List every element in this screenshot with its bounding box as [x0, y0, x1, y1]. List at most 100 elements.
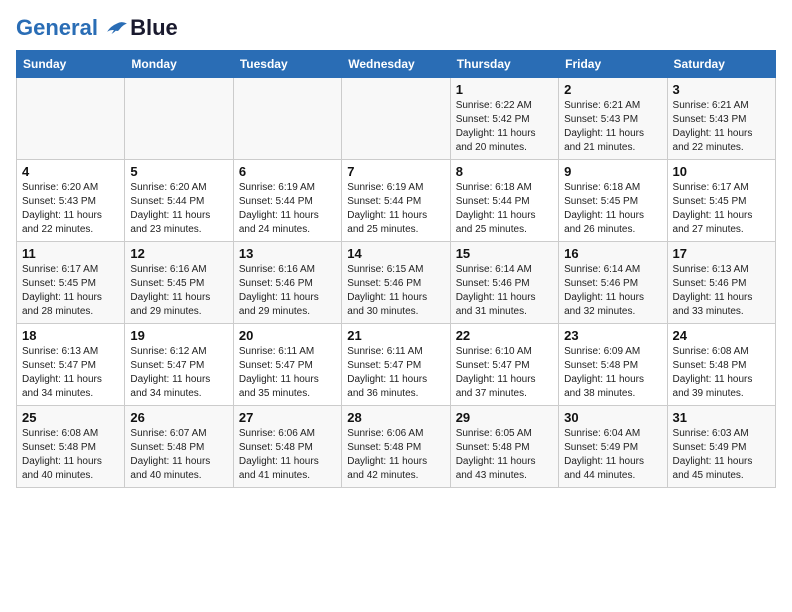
- day-info: Sunrise: 6:18 AM Sunset: 5:44 PM Dayligh…: [456, 181, 553, 237]
- day-number: 24: [673, 328, 770, 343]
- day-info: Sunrise: 6:13 AM Sunset: 5:47 PM Dayligh…: [22, 345, 119, 401]
- page-header: General Blue: [16, 16, 776, 40]
- day-number: 6: [239, 164, 336, 179]
- header-friday: Friday: [559, 51, 667, 78]
- day-info: Sunrise: 6:08 AM Sunset: 5:48 PM Dayligh…: [22, 427, 119, 483]
- day-number: 18: [22, 328, 119, 343]
- day-number: 8: [456, 164, 553, 179]
- calendar-cell: 22 Sunrise: 6:10 AM Sunset: 5:47 PM Dayli…: [450, 324, 558, 406]
- calendar-cell: 23 Sunrise: 6:09 AM Sunset: 5:48 PM Dayli…: [559, 324, 667, 406]
- calendar-cell: 8 Sunrise: 6:18 AM Sunset: 5:44 PM Daylig…: [450, 160, 558, 242]
- day-info: Sunrise: 6:12 AM Sunset: 5:47 PM Dayligh…: [130, 345, 227, 401]
- day-number: 3: [673, 82, 770, 97]
- day-number: 10: [673, 164, 770, 179]
- day-info: Sunrise: 6:18 AM Sunset: 5:45 PM Dayligh…: [564, 181, 661, 237]
- header-monday: Monday: [125, 51, 233, 78]
- day-number: 4: [22, 164, 119, 179]
- calendar-cell: 18 Sunrise: 6:13 AM Sunset: 5:47 PM Dayli…: [17, 324, 125, 406]
- calendar-cell: 10 Sunrise: 6:17 AM Sunset: 5:45 PM Dayli…: [667, 160, 775, 242]
- header-thursday: Thursday: [450, 51, 558, 78]
- day-number: 1: [456, 82, 553, 97]
- day-info: Sunrise: 6:13 AM Sunset: 5:46 PM Dayligh…: [673, 263, 770, 319]
- calendar-cell: [125, 78, 233, 160]
- calendar-cell: 29 Sunrise: 6:05 AM Sunset: 5:48 PM Dayli…: [450, 406, 558, 488]
- day-number: 2: [564, 82, 661, 97]
- calendar-week-row: 18 Sunrise: 6:13 AM Sunset: 5:47 PM Dayli…: [17, 324, 776, 406]
- day-info: Sunrise: 6:15 AM Sunset: 5:46 PM Dayligh…: [347, 263, 444, 319]
- calendar-cell: 13Sunrise: 6:16 AM Sunset: 5:46 PM Dayli…: [233, 242, 341, 324]
- day-info: Sunrise: 6:22 AM Sunset: 5:42 PM Dayligh…: [456, 99, 553, 155]
- day-number: 23: [564, 328, 661, 343]
- day-number: 29: [456, 410, 553, 425]
- calendar-cell: 19 Sunrise: 6:12 AM Sunset: 5:47 PM Dayli…: [125, 324, 233, 406]
- day-info: Sunrise: 6:21 AM Sunset: 5:43 PM Dayligh…: [564, 99, 661, 155]
- day-number: 21: [347, 328, 444, 343]
- calendar-cell: 15Sunrise: 6:14 AM Sunset: 5:46 PM Dayli…: [450, 242, 558, 324]
- calendar-cell: 4 Sunrise: 6:20 AM Sunset: 5:43 PM Daylig…: [17, 160, 125, 242]
- day-info: Sunrise: 6:10 AM Sunset: 5:47 PM Dayligh…: [456, 345, 553, 401]
- calendar-cell: 7Sunrise: 6:19 AM Sunset: 5:44 PM Daylig…: [342, 160, 450, 242]
- day-info: Sunrise: 6:06 AM Sunset: 5:48 PM Dayligh…: [239, 427, 336, 483]
- logo-blue-text: Blue: [130, 16, 178, 40]
- day-number: 20: [239, 328, 336, 343]
- day-number: 22: [456, 328, 553, 343]
- day-number: 30: [564, 410, 661, 425]
- header-sunday: Sunday: [17, 51, 125, 78]
- day-info: Sunrise: 6:11 AM Sunset: 5:47 PM Dayligh…: [239, 345, 336, 401]
- logo-text: General: [16, 16, 128, 40]
- calendar-cell: 25Sunrise: 6:08 AM Sunset: 5:48 PM Dayli…: [17, 406, 125, 488]
- calendar-cell: 9 Sunrise: 6:18 AM Sunset: 5:45 PM Daylig…: [559, 160, 667, 242]
- calendar-cell: 3 Sunrise: 6:21 AM Sunset: 5:43 PM Daylig…: [667, 78, 775, 160]
- calendar-cell: 11Sunrise: 6:17 AM Sunset: 5:45 PM Dayli…: [17, 242, 125, 324]
- day-info: Sunrise: 6:17 AM Sunset: 5:45 PM Dayligh…: [673, 181, 770, 237]
- day-number: 27: [239, 410, 336, 425]
- day-info: Sunrise: 6:16 AM Sunset: 5:46 PM Dayligh…: [239, 263, 336, 319]
- calendar-cell: 17 Sunrise: 6:13 AM Sunset: 5:46 PM Dayli…: [667, 242, 775, 324]
- calendar-cell: 16Sunrise: 6:14 AM Sunset: 5:46 PM Dayli…: [559, 242, 667, 324]
- calendar-cell: [342, 78, 450, 160]
- calendar-cell: 1 Sunrise: 6:22 AM Sunset: 5:42 PM Daylig…: [450, 78, 558, 160]
- day-info: Sunrise: 6:19 AM Sunset: 5:44 PM Dayligh…: [239, 181, 336, 237]
- calendar-cell: 14 Sunrise: 6:15 AM Sunset: 5:46 PM Dayli…: [342, 242, 450, 324]
- day-info: Sunrise: 6:14 AM Sunset: 5:46 PM Dayligh…: [564, 263, 661, 319]
- day-info: Sunrise: 6:11 AM Sunset: 5:47 PM Dayligh…: [347, 345, 444, 401]
- calendar-cell: 2 Sunrise: 6:21 AM Sunset: 5:43 PM Daylig…: [559, 78, 667, 160]
- day-info: Sunrise: 6:06 AM Sunset: 5:48 PM Dayligh…: [347, 427, 444, 483]
- day-info: Sunrise: 6:05 AM Sunset: 5:48 PM Dayligh…: [456, 427, 553, 483]
- day-number: 28: [347, 410, 444, 425]
- calendar-cell: 6 Sunrise: 6:19 AM Sunset: 5:44 PM Daylig…: [233, 160, 341, 242]
- calendar-cell: 31Sunrise: 6:03 AM Sunset: 5:49 PM Dayli…: [667, 406, 775, 488]
- day-info: Sunrise: 6:09 AM Sunset: 5:48 PM Dayligh…: [564, 345, 661, 401]
- day-info: Sunrise: 6:20 AM Sunset: 5:44 PM Dayligh…: [130, 181, 227, 237]
- logo-bird-icon: [106, 18, 128, 40]
- day-number: 12: [130, 246, 227, 261]
- calendar-cell: 21 Sunrise: 6:11 AM Sunset: 5:47 PM Dayli…: [342, 324, 450, 406]
- calendar-header-row: SundayMondayTuesdayWednesdayThursdayFrid…: [17, 51, 776, 78]
- calendar-cell: 28 Sunrise: 6:06 AM Sunset: 5:48 PM Dayli…: [342, 406, 450, 488]
- day-info: Sunrise: 6:03 AM Sunset: 5:49 PM Dayligh…: [673, 427, 770, 483]
- calendar-week-row: 1 Sunrise: 6:22 AM Sunset: 5:42 PM Daylig…: [17, 78, 776, 160]
- logo: General Blue: [16, 16, 178, 40]
- day-info: Sunrise: 6:14 AM Sunset: 5:46 PM Dayligh…: [456, 263, 553, 319]
- calendar-cell: 20 Sunrise: 6:11 AM Sunset: 5:47 PM Dayli…: [233, 324, 341, 406]
- day-info: Sunrise: 6:04 AM Sunset: 5:49 PM Dayligh…: [564, 427, 661, 483]
- day-info: Sunrise: 6:20 AM Sunset: 5:43 PM Dayligh…: [22, 181, 119, 237]
- calendar-cell: 30 Sunrise: 6:04 AM Sunset: 5:49 PM Dayli…: [559, 406, 667, 488]
- day-info: Sunrise: 6:21 AM Sunset: 5:43 PM Dayligh…: [673, 99, 770, 155]
- day-number: 26: [130, 410, 227, 425]
- calendar-cell: 27 Sunrise: 6:06 AM Sunset: 5:48 PM Dayli…: [233, 406, 341, 488]
- calendar-table: SundayMondayTuesdayWednesdayThursdayFrid…: [16, 50, 776, 488]
- header-wednesday: Wednesday: [342, 51, 450, 78]
- day-number: 9: [564, 164, 661, 179]
- day-number: 7: [347, 164, 444, 179]
- calendar-week-row: 11Sunrise: 6:17 AM Sunset: 5:45 PM Dayli…: [17, 242, 776, 324]
- header-tuesday: Tuesday: [233, 51, 341, 78]
- day-number: 19: [130, 328, 227, 343]
- day-info: Sunrise: 6:08 AM Sunset: 5:48 PM Dayligh…: [673, 345, 770, 401]
- day-number: 14: [347, 246, 444, 261]
- calendar-cell: 26 Sunrise: 6:07 AM Sunset: 5:48 PM Dayli…: [125, 406, 233, 488]
- header-saturday: Saturday: [667, 51, 775, 78]
- day-info: Sunrise: 6:07 AM Sunset: 5:48 PM Dayligh…: [130, 427, 227, 483]
- calendar-cell: [17, 78, 125, 160]
- day-number: 17: [673, 246, 770, 261]
